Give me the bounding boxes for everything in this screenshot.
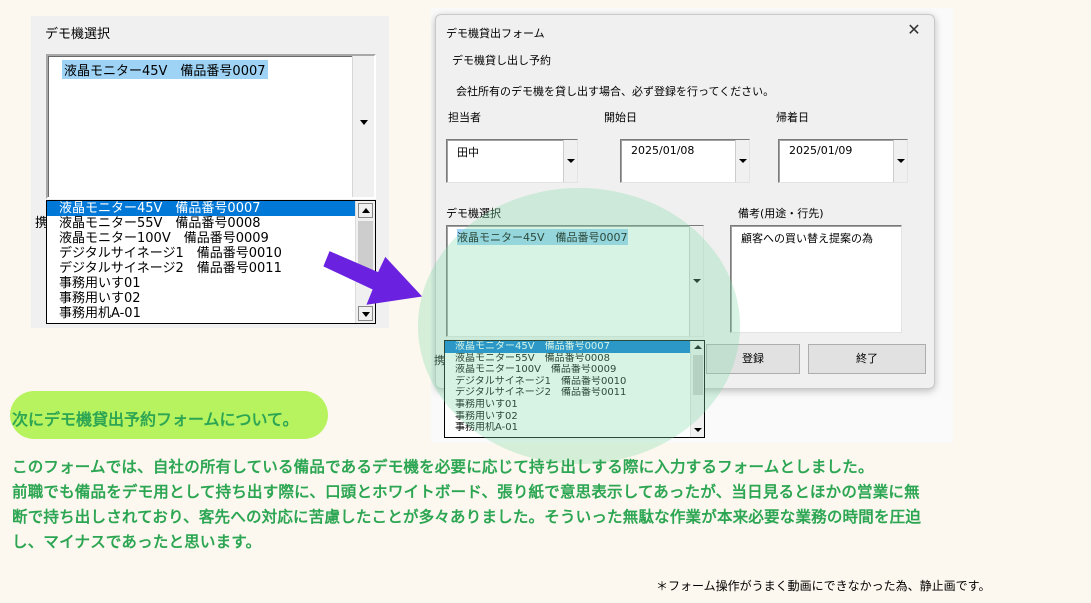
arrow-right-icon [323,251,423,305]
dropdown-option[interactable]: デジタルサイネージ2 備品番号0011 [445,387,690,399]
device-combobox[interactable]: 液晶モニター45V 備品番号0007 [446,225,704,337]
device-value: 液晶モニター45V 備品番号0007 [457,229,628,245]
device-dropdown-items: 液晶モニター45V 備品番号0007 液晶モニター55V 備品番号0008 液晶モニ… [445,341,690,434]
dropdown-scrollbar[interactable] [690,341,704,437]
description-paragraph: このフォームでは、自社の所有している備品であるデモ機を必要に応じて持ち出しする際… [12,455,1082,555]
device-listbox-value: 液晶モニター45V 備品番号0007 [62,60,268,79]
scroll-thumb[interactable] [693,355,703,395]
start-date-combobox[interactable]: 2025/01/08 [620,139,750,183]
dropdown-option[interactable]: デジタルサイネージ1 備品番号0010 [47,246,355,261]
person-value: 田中 [457,146,479,159]
dropdown-option[interactable]: 液晶モニター55V 備品番号0008 [47,216,355,231]
device-select-label: デモ機選択 [446,207,501,220]
dropdown-option[interactable]: 事務用いす01 [47,276,355,291]
paragraph-line: 断で持ち出しされており、客先への対応に苦慮したことが多々ありました。そういった無… [12,508,922,526]
paragraph-line: このフォームでは、自社の所有している備品であるデモ機を必要に応じて持ち出しする際… [12,458,874,476]
dropdown-option[interactable]: 液晶モニター100V 備品番号0009 [445,364,690,376]
footnote: ＊フォーム操作がうまく動画にできなかった為、静止画です。 [656,579,991,593]
device-select-caption: デモ機選択 [45,27,111,42]
chevron-down-icon[interactable] [735,140,749,182]
scroll-up-icon[interactable] [693,343,703,353]
remarks-label: 備考(用途・行先) [738,207,824,220]
paragraph-line: 前職でも備品をデモ用として持ち出す際に、口頭とホワイトボード、張り紙で意思表示し… [12,483,920,501]
dropdown-option[interactable]: 事務用いす02 [47,291,355,306]
person-label: 担当者 [448,111,481,124]
dropdown-option[interactable]: 液晶モニター55V 備品番号0008 [445,353,690,365]
dialog-title: デモ機貸出フォーム [446,27,545,40]
dropdown-option[interactable]: 液晶モニター100V 備品番号0009 [47,231,355,246]
right-screenshot: デモ機貸出フォーム ✕ デモ機貸し出し予約 会社所有のデモ機を貸し出す場合、必ず… [431,8,953,443]
section-heading: 次にデモ機貸出予約フォームについて。 [12,410,299,429]
person-combobox[interactable]: 田中 [446,139,578,183]
dropdown-option[interactable]: 液晶モニター45V 備品番号0007 [47,201,355,216]
paragraph-line: し、マイナスであったと思います。 [12,533,262,551]
remarks-value: 顧客への買い替え提案の為 [741,232,873,245]
chevron-down-icon[interactable] [563,140,577,182]
close-icon[interactable]: ✕ [904,20,924,39]
section-heading-pill: 次にデモ機貸出予約フォームについて。 [10,391,328,439]
register-button[interactable]: 登録 [706,344,800,374]
scroll-down-icon[interactable] [693,425,703,435]
dropdown-option[interactable]: 事務用机A-01 [47,306,355,321]
exit-button[interactable]: 終了 [808,344,926,374]
chevron-down-icon[interactable] [893,140,907,182]
return-date-label: 帰着日 [776,111,809,124]
dropdown-arrow-button[interactable] [352,56,374,197]
form-subtitle: デモ機貸し出し予約 [452,54,551,67]
chevron-down-icon[interactable] [689,226,703,336]
dropdown-option[interactable]: 事務用いす01 [445,399,690,411]
dropdown-option[interactable]: 液晶モニター45V 備品番号0007 [445,341,690,353]
return-date-combobox[interactable]: 2025/01/09 [778,139,908,183]
start-date-value: 2025/01/08 [631,144,695,157]
form-notice: 会社所有のデモ機を貸し出す場合、必ず登録を行ってください。 [456,85,775,98]
device-listbox[interactable]: 液晶モニター45V 備品番号0007 [46,54,376,199]
scroll-up-icon[interactable] [358,203,373,218]
start-date-label: 開始日 [604,111,637,124]
device-dropdown-list[interactable]: 液晶モニター45V 備品番号0007 液晶モニター55V 備品番号0008 液晶モニ… [444,340,705,438]
dropdown-option[interactable]: 事務用机A-01 [445,422,690,434]
remarks-textarea[interactable]: 顧客への買い替え提案の為 [730,225,902,333]
dropdown-option[interactable]: デジタルサイネージ1 備品番号0010 [445,376,690,388]
return-date-value: 2025/01/09 [789,144,853,157]
device-dropdown-items: 液晶モニター45V 備品番号0007 液晶モニター55V 備品番号0008 液晶モニ… [47,201,355,321]
dropdown-option[interactable]: 事務用いす02 [445,411,690,423]
dropdown-option[interactable]: デジタルサイネージ2 備品番号0011 [47,261,355,276]
lending-form-dialog: デモ機貸出フォーム ✕ デモ機貸し出し予約 会社所有のデモ機を貸し出す場合、必ず… [435,14,935,389]
